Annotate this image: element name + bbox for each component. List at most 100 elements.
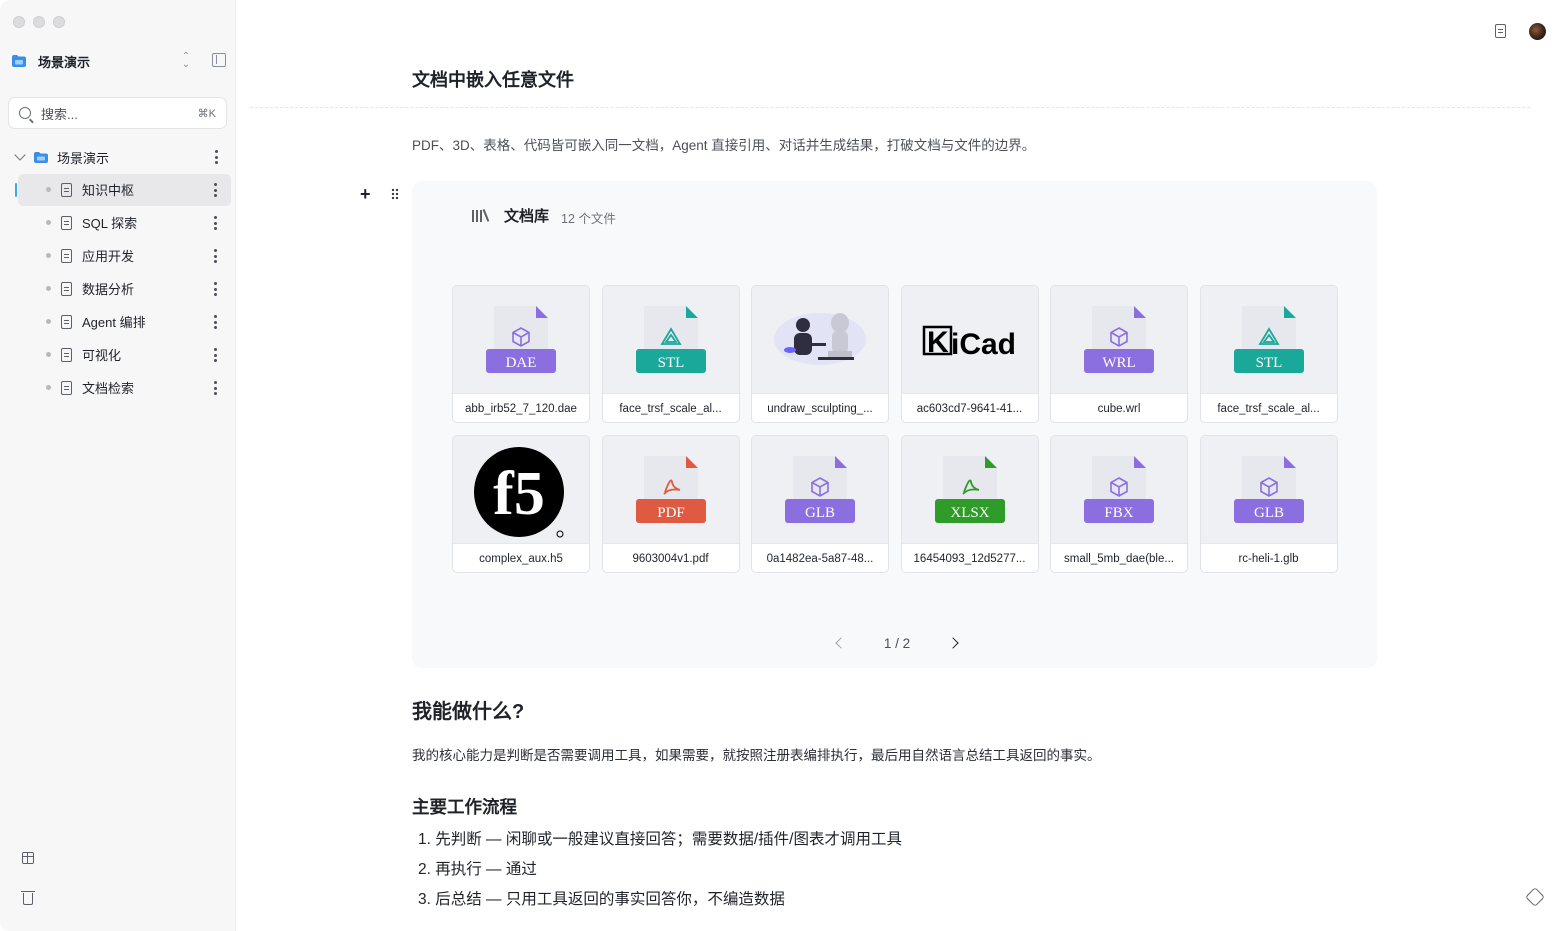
sidebar-item-agent-orchestration[interactable]: Agent 编排	[0, 305, 236, 338]
file-name: 16454093_12d5277...	[913, 553, 1026, 565]
minimize-window-button[interactable]	[33, 16, 45, 28]
file-name: ac603cd7-9641-41...	[916, 403, 1023, 415]
file-name: face_trsf_scale_al...	[1217, 403, 1320, 415]
file-card[interactable]: STL face_trsf_scale_al...	[601, 285, 740, 423]
library-icon	[472, 208, 489, 222]
file-card[interactable]: DAE abb_irb52_7_120.dae	[452, 285, 590, 423]
trash-icon[interactable]	[21, 891, 35, 905]
tree-root-label: 场景演示	[57, 150, 110, 166]
file-card[interactable]: XLSX 16454093_12d5277...	[900, 435, 1039, 573]
document-icon	[61, 215, 72, 230]
sidebar-collapse-icon[interactable]	[212, 53, 226, 67]
workspace-title: 场景演示	[38, 54, 91, 70]
more-options-icon[interactable]	[215, 150, 218, 164]
sidebar-item-knowledge-hub[interactable]: 知识中枢	[0, 173, 236, 206]
workspace-switch-icon[interactable]: ⌃ ⌄	[180, 52, 192, 70]
file-name: complex_aux.h5	[479, 553, 563, 565]
maximize-window-button[interactable]	[53, 16, 65, 28]
file-card[interactable]: GLB rc-heli-1.glb	[1199, 435, 1338, 573]
sidebar-item-visualization[interactable]: 可视化	[0, 338, 236, 371]
folder-icon	[34, 151, 48, 163]
page-title: 文档中嵌入任意文件	[412, 70, 574, 90]
workflow-heading: 主要工作流程	[412, 797, 517, 817]
chevron-left-icon[interactable]	[835, 637, 847, 649]
sidebar-item-doc-search[interactable]: 文档检索	[0, 371, 236, 404]
sidebar-item-label: 知识中枢	[82, 183, 135, 198]
sidebar-item-label: 可视化	[82, 348, 122, 363]
document-icon	[61, 314, 72, 329]
bullet-dot	[46, 286, 51, 291]
tree-root-scene-demo[interactable]: 场景演示	[10, 146, 230, 168]
file-thumbnail: GLB	[1200, 436, 1337, 544]
document-icon	[61, 182, 72, 197]
more-options-icon[interactable]	[214, 216, 217, 230]
file-type-label: XLSX	[950, 505, 989, 521]
file-type-label: PDF	[657, 505, 685, 521]
sidebar-item-label: SQL 探索	[82, 216, 138, 231]
close-window-button[interactable]	[13, 16, 25, 28]
file-type-label: STL	[1255, 355, 1282, 371]
sidebar-item-label: 文档检索	[82, 381, 135, 396]
bullet-dot	[46, 187, 51, 192]
workflow-list: 1. 先判断 — 闲聊或一般建议直接回答；需要数据/插件/图表才调用工具 2. …	[418, 828, 902, 918]
section-paragraph: 我的核心能力是判断是否需要调用工具，如果需要，就按照注册表编排执行，最后用自然语…	[412, 748, 1101, 763]
file-card[interactable]: KiCad ac603cd7-9641-41...	[900, 285, 1039, 423]
chevron-right-icon[interactable]	[947, 637, 959, 649]
workspace-header[interactable]: 场景演示 ⌃ ⌄	[12, 50, 228, 72]
search-icon	[19, 107, 31, 119]
file-name: rc-heli-1.glb	[1238, 553, 1299, 565]
bullet-dot	[46, 253, 51, 258]
sidebar-item-label: 数据分析	[82, 282, 135, 297]
sidebar-item-app-dev[interactable]: 应用开发	[0, 239, 236, 272]
add-block-button[interactable]: +	[360, 185, 371, 203]
gift-icon[interactable]	[22, 852, 34, 864]
sidebar-item-data-analysis[interactable]: 数据分析	[0, 272, 236, 305]
more-options-icon[interactable]	[214, 381, 217, 395]
file-card[interactable]: STL face_trsf_scale_al...	[1199, 285, 1338, 423]
file-name: small_5mb_dae(ble...	[1064, 553, 1174, 565]
file-card[interactable]: GLB 0a1482ea-5a87-48...	[751, 435, 889, 573]
file-card[interactable]: undraw_sculpting_...	[751, 285, 889, 423]
library-title: 文档库	[504, 208, 550, 225]
file-name: 0a1482ea-5a87-48...	[766, 553, 874, 565]
file-thumbnail: FBX	[1051, 436, 1187, 544]
file-name: 9603004v1.pdf	[632, 553, 709, 565]
svg-text:K: K	[927, 326, 949, 359]
file-name: cube.wrl	[1097, 403, 1141, 415]
file-name: face_trsf_scale_al...	[619, 403, 722, 415]
file-grid: DAE abb_irb52_7_120.dae STL face_trsf_scale…	[452, 285, 1339, 573]
avatar[interactable]	[1529, 23, 1546, 40]
more-options-icon[interactable]	[214, 348, 217, 362]
chevron-down-icon[interactable]	[14, 149, 26, 161]
file-thumbnail: STL	[602, 286, 739, 394]
file-type-label: iCad	[951, 328, 1016, 361]
document-info-icon[interactable]	[1495, 24, 1506, 38]
ai-assistant-icon[interactable]	[1525, 887, 1545, 907]
page-indicator: 1 / 2	[883, 635, 911, 651]
file-card[interactable]: WRL cube.wrl	[1050, 285, 1188, 423]
search-shortcut: ⌘K	[197, 107, 216, 120]
file-card[interactable]: FBX small_5mb_dae(ble...	[1050, 435, 1188, 573]
file-type-label: GLB	[1254, 505, 1284, 521]
document-icon	[61, 380, 72, 395]
search-input[interactable]: 搜索... ⌘K	[8, 97, 227, 129]
file-thumbnail: KiCad	[901, 286, 1038, 394]
file-library-block: 文档库 12 个文件 DAE abb_irb52_7_120.dae STL face…	[412, 181, 1377, 668]
more-options-icon[interactable]	[214, 282, 217, 296]
divider	[250, 107, 1530, 108]
page-tree: 知识中枢 SQL 探索 应用开发 数据分析 Agent 编排 可视化 文档检索	[0, 173, 236, 404]
more-options-icon[interactable]	[214, 249, 217, 263]
drag-handle-icon[interactable]	[391, 188, 399, 200]
file-type-label: GLB	[805, 505, 835, 521]
more-options-icon[interactable]	[214, 315, 217, 329]
sidebar: 场景演示 ⌃ ⌄ 搜索... ⌘K 场景演示 知识中枢 SQL 探索 应用开发 …	[0, 0, 236, 931]
sidebar-item-label: Agent 编排	[82, 315, 146, 330]
file-thumbnail	[752, 286, 888, 394]
sidebar-item-sql-explore[interactable]: SQL 探索	[0, 206, 236, 239]
file-card[interactable]: PDF 9603004v1.pdf	[601, 435, 740, 573]
more-options-icon[interactable]	[214, 183, 217, 197]
file-thumbnail: PDF	[602, 436, 739, 544]
file-card[interactable]: f5 complex_aux.h5	[452, 435, 590, 573]
file-thumbnail: STL	[1200, 286, 1337, 394]
file-type-label: f5	[493, 460, 545, 528]
